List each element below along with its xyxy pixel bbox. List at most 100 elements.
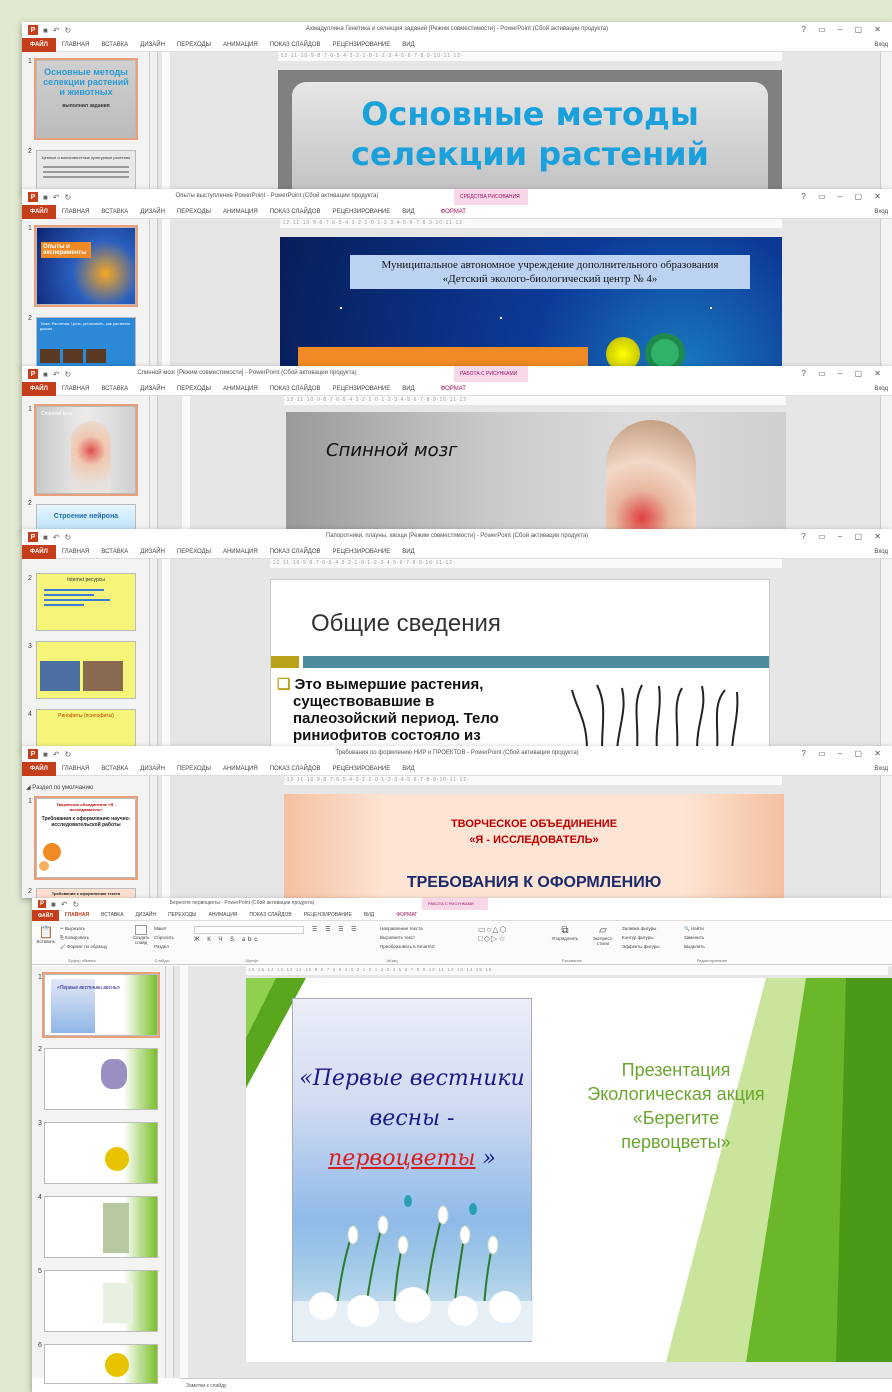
- align-text-button[interactable]: Выровнять текст: [380, 933, 435, 942]
- thumb-slide-2[interactable]: Требования к оформлению текста: [36, 888, 136, 898]
- tab-insert[interactable]: ВСТАВКА: [95, 549, 134, 555]
- text-direction-button[interactable]: Направление текста: [380, 924, 435, 933]
- shape-outline-button[interactable]: Контур фигуры: [622, 933, 660, 942]
- tab-transitions[interactable]: ПЕРЕХОДЫ: [171, 42, 217, 48]
- editor-scrollbar[interactable]: [880, 396, 892, 532]
- title-box[interactable]: Муниципальное автономное учреждение допо…: [350, 255, 750, 289]
- tab-animation[interactable]: АНИМАЦИЯ: [217, 386, 264, 392]
- signin-link[interactable]: Вход: [874, 549, 892, 555]
- thumb-slide-1[interactable]: Творческое объединение «Я - исследовател…: [34, 796, 138, 880]
- thumbs-scrollbar[interactable]: [150, 559, 158, 749]
- thumb-slide-1[interactable]: Опыты и эксперименты: [34, 225, 138, 307]
- thumb-slide-1[interactable]: «Первые вестники весны»: [42, 972, 160, 1038]
- replace-button[interactable]: Заменить: [684, 933, 705, 942]
- thumb-slide-5[interactable]: [44, 1270, 158, 1332]
- smartart-button[interactable]: Преобразовать в SmartArt: [380, 942, 435, 951]
- shape-effects-button[interactable]: Эффекты фигуры: [622, 942, 660, 951]
- notes-pane[interactable]: Заметки к слайду: [180, 1378, 892, 1392]
- slide-canvas[interactable]: Общие сведения ❑ Это вымершие растения, …: [270, 579, 770, 749]
- format-painter-button[interactable]: 🖌 Формат по образцу: [60, 942, 107, 951]
- tab-format[interactable]: ФОРМАТ: [390, 912, 423, 918]
- tab-design[interactable]: ДИЗАЙН: [134, 766, 171, 772]
- tab-insert[interactable]: ВСТАВКА: [95, 766, 134, 772]
- tab-review[interactable]: РЕЦЕНЗИРОВАНИЕ: [327, 209, 397, 215]
- tab-insert[interactable]: ВСТАВКА: [95, 209, 134, 215]
- slide-canvas[interactable]: Муниципальное автономное учреждение допо…: [280, 237, 782, 369]
- shape-fill-button[interactable]: Заливка фигуры: [622, 924, 660, 933]
- tab-format[interactable]: ФОРМАТ: [435, 209, 472, 215]
- editor-scrollbar[interactable]: [880, 52, 892, 192]
- signin-link[interactable]: Вход: [874, 42, 892, 48]
- section-button[interactable]: Раздел: [154, 942, 174, 951]
- cut-button[interactable]: ✂ Вырезать: [60, 924, 107, 933]
- primroses-picture[interactable]: «Первые вестники весны - первоцветы »: [292, 998, 533, 1342]
- window-controls[interactable]: ? ▭ – ▢ ✕: [801, 369, 886, 378]
- tab-format[interactable]: ФОРМАТ: [435, 386, 472, 392]
- tab-animation[interactable]: АНИМАЦИЯ: [202, 912, 243, 918]
- paragraph-buttons[interactable]: ☰ ☰ ☰ ☰: [312, 926, 360, 933]
- thumb-slide-6[interactable]: [44, 1344, 158, 1384]
- arrange-button[interactable]: ⧉ Упорядочить: [548, 925, 582, 941]
- tab-file[interactable]: ФАЙЛ: [32, 909, 59, 921]
- find-button[interactable]: 🔍 Найти: [684, 924, 705, 933]
- tab-view[interactable]: ВИД: [396, 42, 420, 48]
- thumb-slide-2[interactable]: Тема: Растения. Цель: установить, как ра…: [36, 317, 136, 369]
- slide-canvas[interactable]: ТВОРЧЕСКОЕ ОБЪЕДИНЕНИЕ «Я - ИССЛЕДОВАТЕЛ…: [284, 794, 784, 898]
- tab-slideshow[interactable]: ПОКАЗ СЛАЙДОВ: [264, 42, 327, 48]
- title-box[interactable]: Основные методы селекции растений: [292, 82, 768, 192]
- shapes-gallery[interactable]: ▭○△⬡ □◇▷☆: [478, 925, 538, 953]
- tab-home[interactable]: ГЛАВНАЯ: [56, 386, 96, 392]
- tab-file[interactable]: ФАЙЛ: [22, 761, 56, 776]
- tab-review[interactable]: РЕЦЕНЗИРОВАНИЕ: [327, 549, 397, 555]
- tab-design[interactable]: ДИЗАЙН: [134, 549, 171, 555]
- editor-scrollbar[interactable]: [880, 219, 892, 369]
- thumbs-scrollbar[interactable]: [150, 219, 158, 369]
- thumb-slide-1[interactable]: Спинной мозг: [34, 404, 138, 496]
- paste-button[interactable]: 📋 Вставить: [36, 925, 56, 944]
- tab-design[interactable]: ДИЗАЙН: [134, 386, 171, 392]
- tab-insert[interactable]: ВСТАВКА: [95, 912, 129, 918]
- tab-home[interactable]: ГЛАВНАЯ: [56, 549, 96, 555]
- editor-scrollbar[interactable]: [880, 559, 892, 749]
- tab-design[interactable]: ДИЗАЙН: [134, 42, 171, 48]
- tab-file[interactable]: ФАЙЛ: [22, 544, 56, 559]
- thumb-slide-1[interactable]: Основные методы селекции растений и живо…: [34, 58, 138, 140]
- tab-review[interactable]: РЕЦЕНЗИРОВАНИЕ: [327, 386, 397, 392]
- thumb-slide-2[interactable]: Строение нейрона: [36, 504, 136, 532]
- tab-home[interactable]: ГЛАВНАЯ: [56, 766, 96, 772]
- thumb-slide-3[interactable]: [44, 1122, 158, 1184]
- window-controls[interactable]: ? ▭ – ▢ ✕: [801, 532, 886, 541]
- copy-button[interactable]: ⎘ Копировать: [60, 933, 107, 942]
- tab-view[interactable]: ВИД: [396, 549, 420, 555]
- thumb-slide-4[interactable]: [44, 1196, 158, 1258]
- window-controls[interactable]: ? ▭ – ▢ ✕: [801, 25, 886, 34]
- window-controls[interactable]: ? ▭ – ▢ ✕: [801, 749, 886, 758]
- select-button[interactable]: Выделить: [684, 942, 705, 951]
- tab-view[interactable]: ВИД: [358, 912, 380, 918]
- tab-slideshow[interactable]: ПОКАЗ СЛАЙДОВ: [264, 386, 327, 392]
- tab-animation[interactable]: АНИМАЦИЯ: [217, 209, 264, 215]
- tab-file[interactable]: ФАЙЛ: [22, 204, 56, 219]
- tab-view[interactable]: ВИД: [396, 766, 420, 772]
- tab-slideshow[interactable]: ПОКАЗ СЛАЙДОВ: [264, 766, 327, 772]
- tab-insert[interactable]: ВСТАВКА: [95, 42, 134, 48]
- tab-design[interactable]: ДИЗАЙН: [130, 912, 163, 918]
- tab-home[interactable]: ГЛАВНАЯ: [56, 42, 96, 48]
- new-slide-button[interactable]: Создать слайд: [130, 925, 152, 945]
- window-controls[interactable]: ? ▭ – ▢ ✕: [801, 192, 886, 201]
- tab-home[interactable]: ГЛАВНАЯ: [59, 912, 95, 918]
- thumbs-scrollbar[interactable]: [166, 966, 174, 1378]
- signin-link[interactable]: Вход: [874, 209, 892, 215]
- tab-transitions[interactable]: ПЕРЕХОДЫ: [171, 386, 217, 392]
- thumb-slide-2[interactable]: Ценные и малоизвестные культурные растен…: [36, 150, 136, 192]
- slide-canvas[interactable]: Спинной мозг: [286, 412, 786, 532]
- layout-button[interactable]: Макет: [154, 924, 174, 933]
- tab-animation[interactable]: АНИМАЦИЯ: [217, 42, 264, 48]
- tab-review[interactable]: РЕЦЕНЗИРОВАНИЕ: [327, 42, 397, 48]
- tab-view[interactable]: ВИД: [396, 209, 420, 215]
- slide-canvas[interactable]: Основные методы селекции растений: [278, 70, 782, 192]
- thumb-slide-2[interactable]: Internet ресурсы: [36, 573, 136, 631]
- tab-animation[interactable]: АНИМАЦИЯ: [217, 549, 264, 555]
- slide-canvas[interactable]: «Первые вестники весны - первоцветы » Пр…: [246, 978, 892, 1362]
- tab-insert[interactable]: ВСТАВКА: [95, 386, 134, 392]
